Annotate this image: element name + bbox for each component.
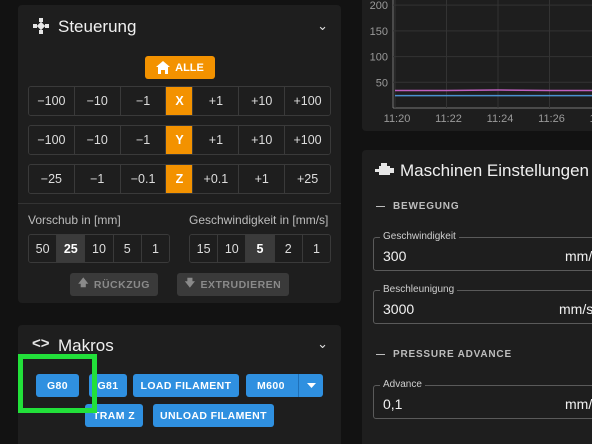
speed-option[interactable]: 2 xyxy=(274,235,303,262)
z-jog-button[interactable]: −0.1 xyxy=(120,165,167,193)
acceleration-field[interactable]: Beschleunigung 3000 mm/s xyxy=(373,284,592,324)
pressure-advance-section-header: PRESSURE ADVANCE xyxy=(376,349,512,360)
macro-unload-filament-button[interactable]: UNLOAD FILAMENT xyxy=(153,404,274,427)
advance-value: 0,1 xyxy=(383,396,403,412)
extrude-label: EXTRUDIEREN xyxy=(200,278,282,291)
velocity-label: Geschwindigkeit xyxy=(380,231,459,242)
y-jog-button[interactable]: +1 xyxy=(193,126,240,154)
engine-icon xyxy=(375,163,394,175)
series-line-1 xyxy=(395,89,592,92)
home-all-label: ALLE xyxy=(175,61,204,74)
velocity-value: 300 xyxy=(383,248,407,264)
y-jog-button[interactable]: +10 xyxy=(239,126,286,154)
y-tick-label: 200 xyxy=(370,0,388,12)
advance-field[interactable]: Advance 0,1 mm/ xyxy=(373,379,592,419)
x-jog-row: −100 −10 −1 X +1 +10 +100 xyxy=(28,86,331,116)
m600-label: M600 xyxy=(257,379,285,392)
control-title: Steuerung xyxy=(58,17,137,36)
x-jog-button[interactable]: −10 xyxy=(74,87,121,115)
advance-unit: mm/ xyxy=(565,396,592,412)
speed-option[interactable]: 10 xyxy=(218,235,247,262)
y-jog-button[interactable]: +100 xyxy=(285,126,330,154)
x-jog-button[interactable]: +10 xyxy=(239,87,286,115)
retract-button[interactable]: 🡅 RÜCKZUG xyxy=(70,273,158,296)
feed-option[interactable]: 50 xyxy=(29,235,58,262)
temperature-chart-panel: 5010015020011:2011:2211:2411:2611:28 xyxy=(362,0,592,131)
z-jog-button[interactable]: −25 xyxy=(29,165,75,193)
speed-selector: 15 10 5 2 1 xyxy=(189,234,331,263)
x-tick-label: 11:24 xyxy=(487,113,514,125)
z-jog-button[interactable]: +25 xyxy=(285,165,330,193)
m600-dropdown[interactable] xyxy=(298,374,323,397)
control-header[interactable]: Steuerung ⌄ xyxy=(18,5,341,47)
chevron-down-icon[interactable]: ⌄ xyxy=(317,336,328,352)
x-jog-button[interactable]: +1 xyxy=(193,87,240,115)
speed-option[interactable]: 1 xyxy=(302,235,330,262)
arrow-down-icon: 🡇 xyxy=(184,278,196,289)
acceleration-value: 3000 xyxy=(383,301,415,317)
feed-option[interactable]: 1 xyxy=(141,235,169,262)
y-jog-row: −100 −10 −1 Y +1 +10 +100 xyxy=(28,125,331,155)
y-axis-label: Y xyxy=(166,126,194,154)
chevron-down-icon[interactable]: ⌄ xyxy=(317,18,328,34)
feed-selector: 50 25 10 5 1 xyxy=(28,234,170,263)
x-jog-button[interactable]: −100 xyxy=(29,87,75,115)
feed-option[interactable]: 10 xyxy=(85,235,114,262)
speed-label: Geschwindigkeit in [mm/s] xyxy=(189,213,329,227)
y-jog-button[interactable]: −100 xyxy=(29,126,75,154)
machine-title: Maschinen Einstellungen xyxy=(400,161,590,180)
caret-down-icon xyxy=(306,383,316,388)
feed-label: Vorschub in [mm] xyxy=(28,213,121,227)
x-tick-label: 11:20 xyxy=(384,113,411,125)
velocity-unit: mm/ xyxy=(565,248,592,264)
y-tick-label: 50 xyxy=(376,77,388,89)
acceleration-label: Beschleunigung xyxy=(380,284,458,295)
z-axis-label: Z xyxy=(166,165,194,193)
x-jog-button[interactable]: −1 xyxy=(120,87,167,115)
gamepad-icon xyxy=(33,18,49,34)
home-icon xyxy=(156,61,171,74)
home-all-button[interactable]: ALLE xyxy=(145,56,215,79)
divider xyxy=(18,203,341,204)
machine-settings-panel: Maschinen Einstellungen BEWEGUNG Geschwi… xyxy=(362,150,592,444)
x-jog-button[interactable]: +100 xyxy=(285,87,330,115)
velocity-field[interactable]: Geschwindigkeit 300 mm/ xyxy=(373,231,592,271)
y-tick-label: 150 xyxy=(370,26,388,38)
machine-header[interactable]: Maschinen Einstellungen xyxy=(362,150,592,190)
x-tick-label: 11:22 xyxy=(435,113,462,125)
motion-section-header: BEWEGUNG xyxy=(376,201,459,212)
feed-option[interactable]: 5 xyxy=(113,235,142,262)
y-tick-label: 100 xyxy=(370,52,388,64)
feed-option[interactable]: 25 xyxy=(57,235,86,262)
macro-m600-button[interactable]: M600 xyxy=(246,374,323,397)
retract-label: RÜCKZUG xyxy=(93,278,150,291)
extrude-button[interactable]: 🡇 EXTRUDIEREN xyxy=(177,273,289,296)
temperature-chart: 5010015020011:2011:2211:2411:2611:28 xyxy=(370,0,592,125)
x-tick-label: 11:26 xyxy=(538,113,565,125)
speed-option[interactable]: 15 xyxy=(190,235,219,262)
macros-title: Makros xyxy=(58,336,114,355)
z-jog-button[interactable]: −1 xyxy=(74,165,121,193)
arrow-up-icon: 🡅 xyxy=(78,278,89,289)
speed-option[interactable]: 5 xyxy=(246,235,275,262)
y-jog-button[interactable]: −1 xyxy=(120,126,167,154)
code-icon: <> xyxy=(32,335,50,352)
control-panel: Steuerung ⌄ ALLE −100 −10 −1 X +1 +10 +100 −10… xyxy=(18,5,341,303)
x-axis-label: X xyxy=(166,87,194,115)
y-jog-button[interactable]: −10 xyxy=(74,126,121,154)
z-jog-button[interactable]: +0.1 xyxy=(193,165,240,193)
highlight-box xyxy=(18,354,97,413)
macro-load-filament-button[interactable]: LOAD FILAMENT xyxy=(133,374,239,397)
advance-label: Advance xyxy=(380,379,425,390)
acceleration-unit: mm/s xyxy=(559,301,592,317)
z-jog-row: −25 −1 −0.1 Z +0.1 +1 +25 xyxy=(28,164,331,194)
z-jog-button[interactable]: +1 xyxy=(239,165,286,193)
